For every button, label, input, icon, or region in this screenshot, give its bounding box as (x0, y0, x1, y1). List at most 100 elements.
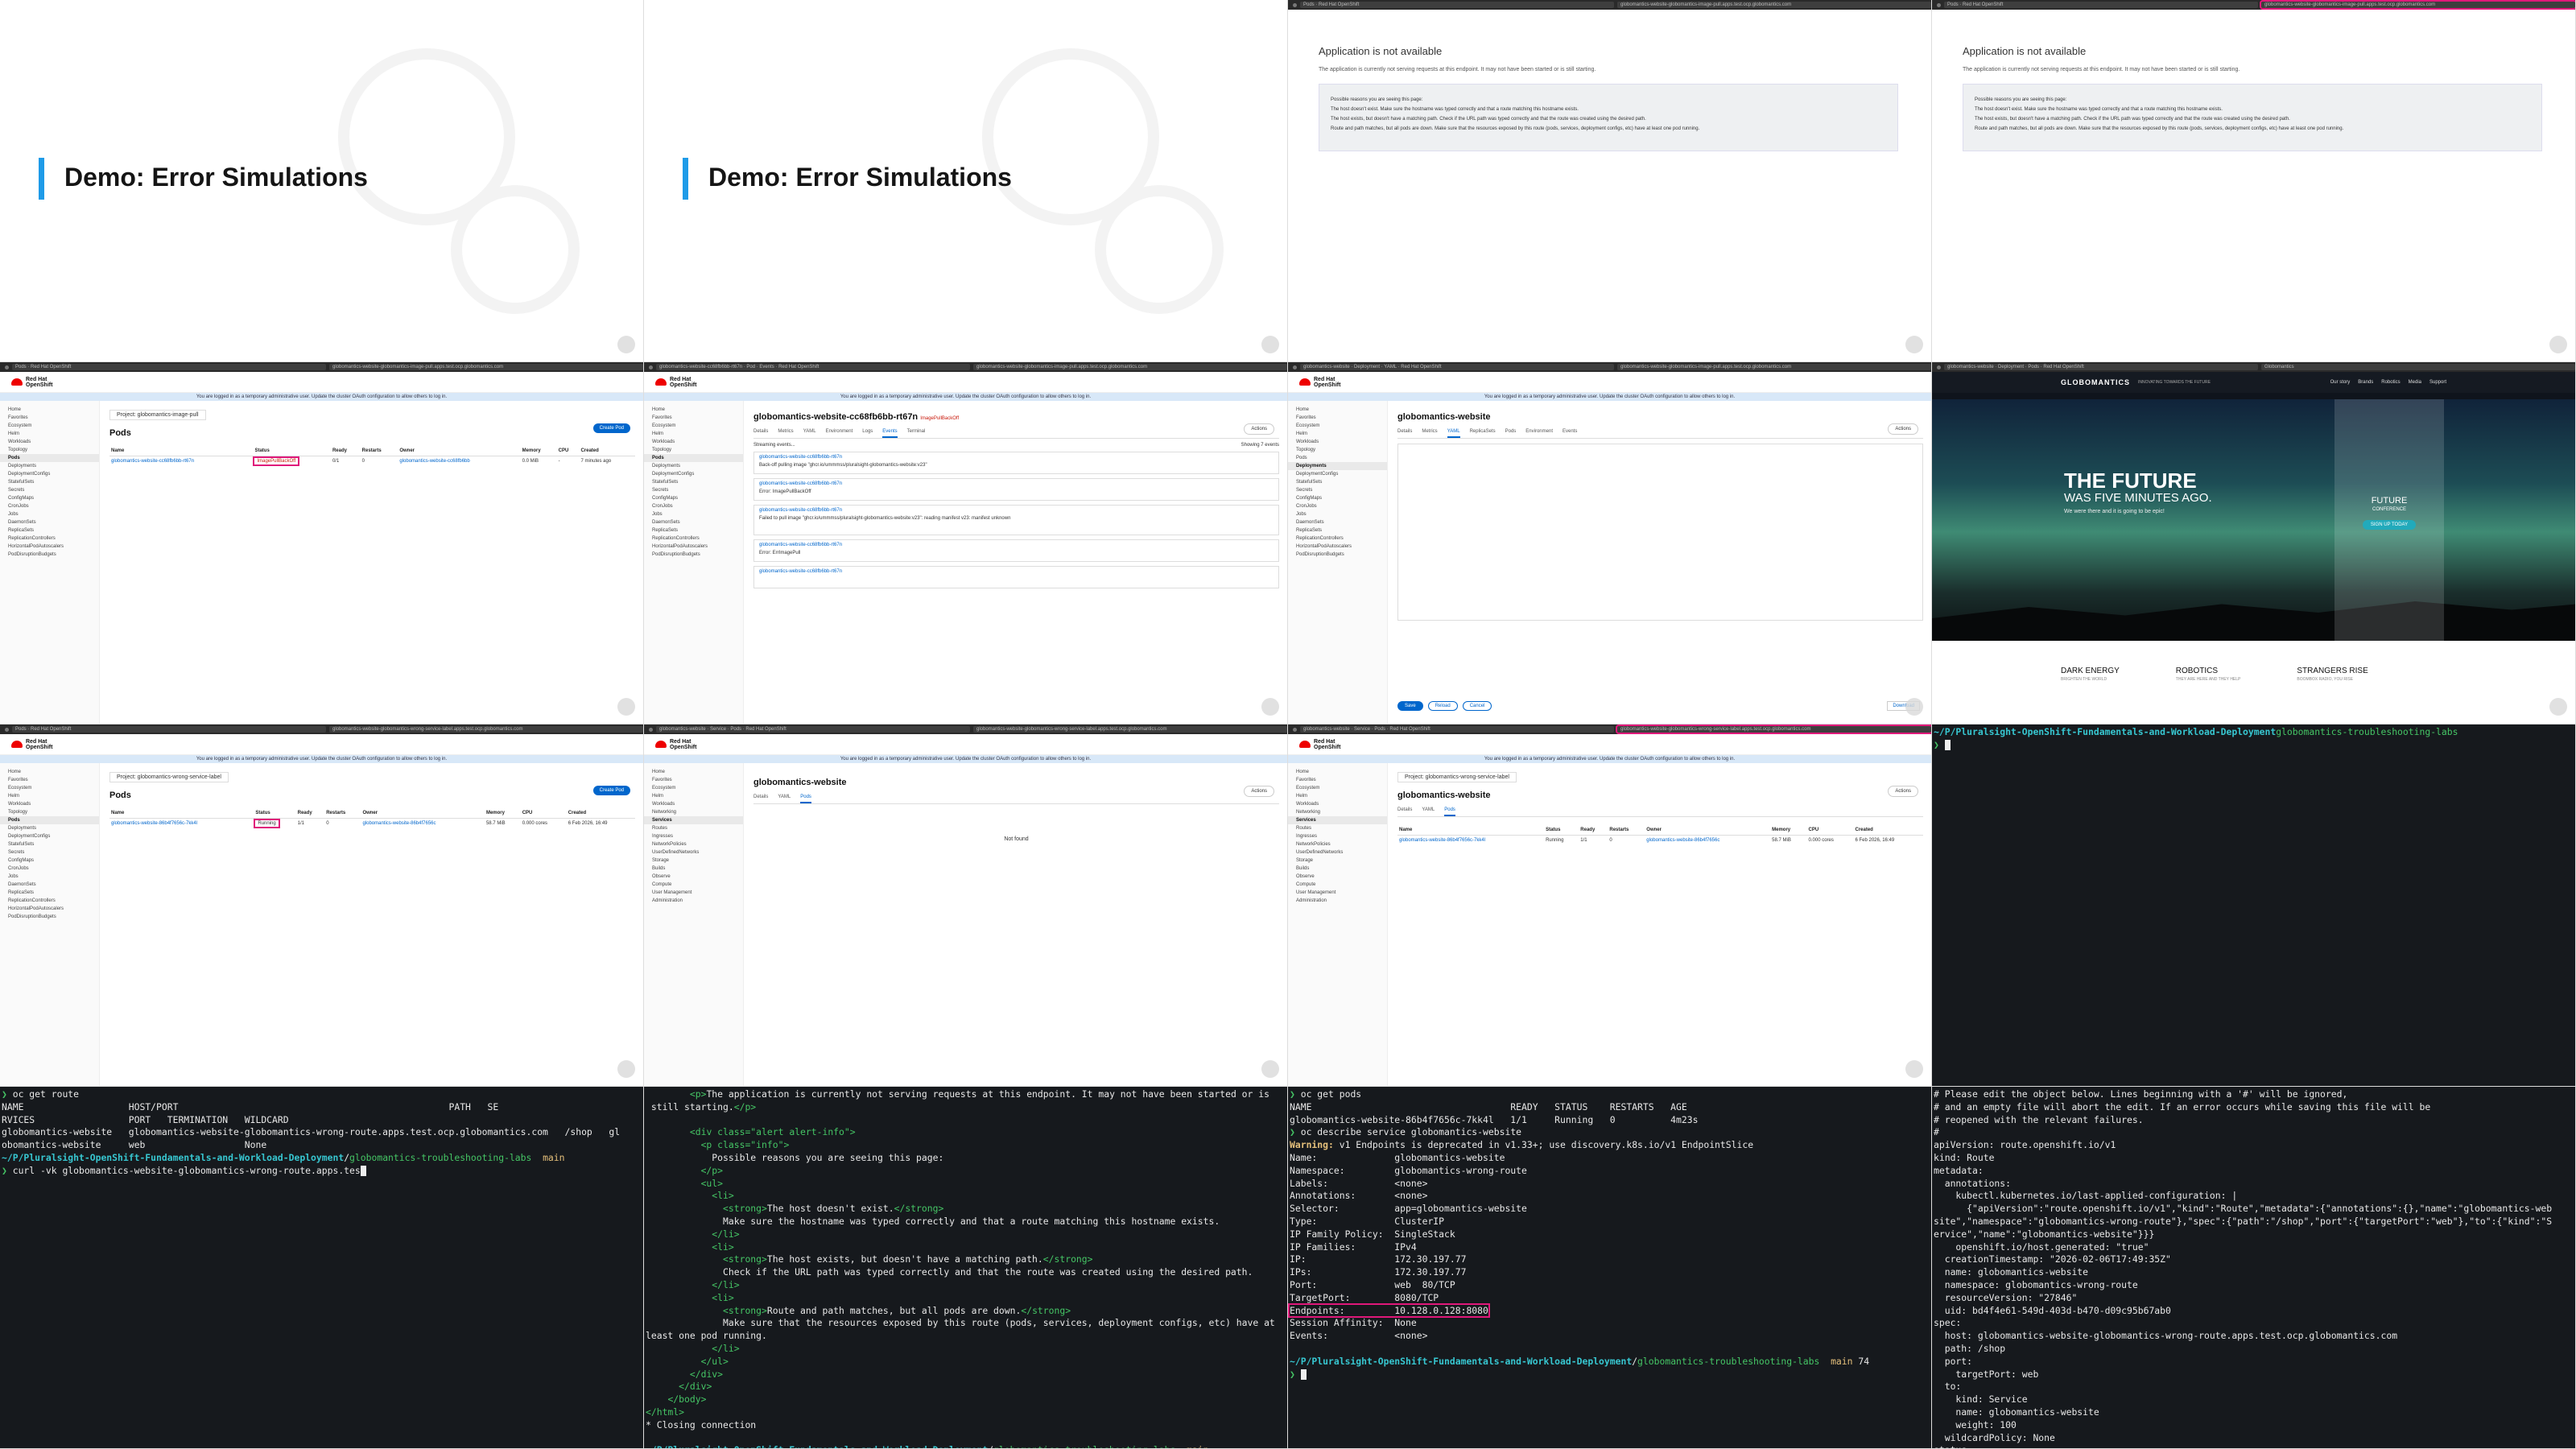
col-header[interactable]: CPU (556, 446, 580, 456)
pod-name-link[interactable]: globomantics-website-cc68fb6bb-rt67n (109, 456, 253, 467)
nav-item[interactable]: Topology (644, 446, 743, 454)
browser-tab[interactable]: Pods · Red Hat OpenShift (1300, 2, 1614, 8)
nav-item[interactable]: ReplicationControllers (0, 897, 99, 905)
project-selector[interactable]: Project: globomantics-wrong-service-labe… (109, 772, 229, 782)
col-header[interactable]: Created (579, 446, 635, 456)
browser-tab-highlighted[interactable]: globomantics-website-globomantics-wrong-… (1616, 724, 1931, 734)
nav-item[interactable]: Favorites (1288, 776, 1387, 784)
nav-item[interactable]: ConfigMaps (644, 494, 743, 502)
nav-item[interactable]: Helm (644, 792, 743, 800)
nav-item[interactable]: DaemonSets (0, 881, 99, 889)
nav-item[interactable]: UserDefinedNetworks (1288, 848, 1387, 857)
tab-yaml[interactable]: YAML (1447, 427, 1460, 438)
site-nav-link[interactable]: Robotics (2381, 380, 2400, 385)
nav-item[interactable]: PodDisruptionBudgets (0, 551, 99, 559)
browser-tab[interactable]: globomantics-website-globomantics-image-… (1617, 2, 1931, 8)
browser-tab[interactable]: globomantics-website · Deployment · Pods… (1944, 364, 2258, 370)
browser-tab-highlighted[interactable]: globomantics-website-globomantics-image-… (2260, 0, 2575, 10)
project-selector[interactable]: Project: globomantics-wrong-service-labe… (1397, 772, 1517, 782)
event-object-link[interactable]: globomantics-website-cc68fb6bb-rt67n (759, 569, 842, 574)
nav-item[interactable]: Topology (0, 446, 99, 454)
nav-item[interactable]: Builds (1288, 865, 1387, 873)
nav-item[interactable]: Home (644, 768, 743, 776)
nav-item[interactable]: Helm (1288, 430, 1387, 438)
nav-item[interactable]: Workloads (1288, 800, 1387, 808)
frame-terminal-route[interactable]: ❯ oc get route NAME HOST/PORT PATH SE RV… (0, 1087, 644, 1449)
nav-item[interactable]: Helm (1288, 792, 1387, 800)
nav-item[interactable]: Compute (1288, 881, 1387, 889)
nav-item[interactable]: Administration (1288, 897, 1387, 905)
cancel-button[interactable]: Cancel (1462, 701, 1492, 711)
nav-item[interactable]: Routes (1288, 824, 1387, 832)
browser-tab[interactable]: Pods · Red Hat OpenShift (12, 726, 326, 733)
tab[interactable]: Details (753, 427, 768, 438)
nav-item[interactable]: DeploymentConfigs (0, 832, 99, 840)
browser-tab[interactable]: Pods · Red Hat OpenShift (1944, 2, 2258, 8)
event-object-link[interactable]: globomantics-website-cc68fb6bb-rt67n (759, 508, 842, 513)
nav-item[interactable]: DeploymentConfigs (1288, 470, 1387, 478)
event-object-link[interactable]: globomantics-website-cc68fb6bb-rt67n (759, 481, 842, 486)
nav-item[interactable]: Jobs (644, 510, 743, 518)
nav-item[interactable]: CronJobs (0, 865, 99, 873)
nav-item[interactable]: HorizontalPodAutoscalers (1288, 543, 1387, 551)
nav-item-pods[interactable]: Pods (644, 454, 743, 462)
tab[interactable]: YAML (1422, 805, 1435, 816)
col-header[interactable]: Status (254, 808, 296, 819)
create-pod-button[interactable]: Create Pod (592, 786, 630, 795)
browser-tab[interactable]: globomantics-website · Service · Pods · … (1300, 726, 1614, 733)
tab[interactable]: ReplicaSets (1470, 427, 1496, 438)
tab[interactable]: Events (1563, 427, 1577, 438)
col-header[interactable]: Owner (398, 446, 521, 456)
nav-item-deployments[interactable]: Deployments (1288, 462, 1387, 470)
pod-name-link[interactable]: globomantics-website-86b4f7656c-7kk4l (109, 819, 254, 829)
nav-item[interactable]: Routes (644, 824, 743, 832)
tab[interactable]: YAML (803, 427, 816, 438)
nav-item[interactable]: NetworkPolicies (1288, 840, 1387, 848)
tab[interactable]: Details (1397, 427, 1412, 438)
signup-button[interactable]: SIGN UP TODAY (2362, 520, 2417, 530)
nav-item[interactable]: Workloads (644, 438, 743, 446)
nav-item[interactable]: DaemonSets (0, 518, 99, 526)
nav-item[interactable]: Secrets (0, 848, 99, 857)
tab[interactable]: Environment (1525, 427, 1553, 438)
nav-item[interactable]: Home (1288, 768, 1387, 776)
site-nav-link[interactable]: Support (2429, 380, 2446, 385)
frame-terminal-edit-route[interactable]: # Please edit the object below. Lines be… (1932, 1087, 2576, 1449)
nav-item[interactable]: HorizontalPodAutoscalers (0, 905, 99, 913)
save-button[interactable]: Save (1397, 701, 1423, 711)
tab-events[interactable]: Events (882, 427, 898, 438)
event-object-link[interactable]: globomantics-website-cc68fb6bb-rt67n (759, 455, 842, 460)
nav-item[interactable]: Helm (0, 430, 99, 438)
nav-item[interactable]: Jobs (0, 510, 99, 518)
nav-item[interactable]: Deployments (0, 824, 99, 832)
nav-item[interactable]: NetworkPolicies (644, 840, 743, 848)
nav-item[interactable]: Ingresses (644, 832, 743, 840)
owner-link[interactable]: globomantics-website-86b4f7656c (361, 819, 485, 829)
nav-item[interactable]: Secrets (0, 486, 99, 494)
nav-item[interactable]: Favorites (0, 414, 99, 422)
nav-item[interactable]: Workloads (0, 800, 99, 808)
nav-item-services[interactable]: Services (1288, 816, 1387, 824)
tab-pods[interactable]: Pods (1444, 805, 1455, 816)
nav-item[interactable]: Helm (0, 792, 99, 800)
nav-item[interactable]: ConfigMaps (0, 494, 99, 502)
project-selector[interactable]: Project: globomantics-image-pull (109, 410, 206, 420)
col-header[interactable]: CPU (520, 808, 567, 819)
nav-item[interactable]: Favorites (0, 776, 99, 784)
nav-item[interactable]: HorizontalPodAutoscalers (644, 543, 743, 551)
nav-item[interactable]: ReplicationControllers (0, 535, 99, 543)
site-nav-link[interactable]: Brands (2358, 380, 2373, 385)
nav-item-pods[interactable]: Pods (0, 816, 99, 824)
nav-item[interactable]: Favorites (1288, 414, 1387, 422)
nav-item[interactable]: Deployments (644, 462, 743, 470)
nav-item[interactable]: User Management (644, 889, 743, 897)
nav-item[interactable]: Home (0, 406, 99, 414)
nav-item[interactable]: Topology (0, 808, 99, 816)
nav-item[interactable]: Storage (644, 857, 743, 865)
actions-button[interactable]: Actions (1888, 423, 1918, 435)
nav-item[interactable]: ConfigMaps (1288, 494, 1387, 502)
tab[interactable]: Details (1397, 805, 1412, 816)
nav-item[interactable]: Storage (1288, 857, 1387, 865)
nav-item[interactable]: Home (644, 406, 743, 414)
nav-item[interactable]: CronJobs (1288, 502, 1387, 510)
